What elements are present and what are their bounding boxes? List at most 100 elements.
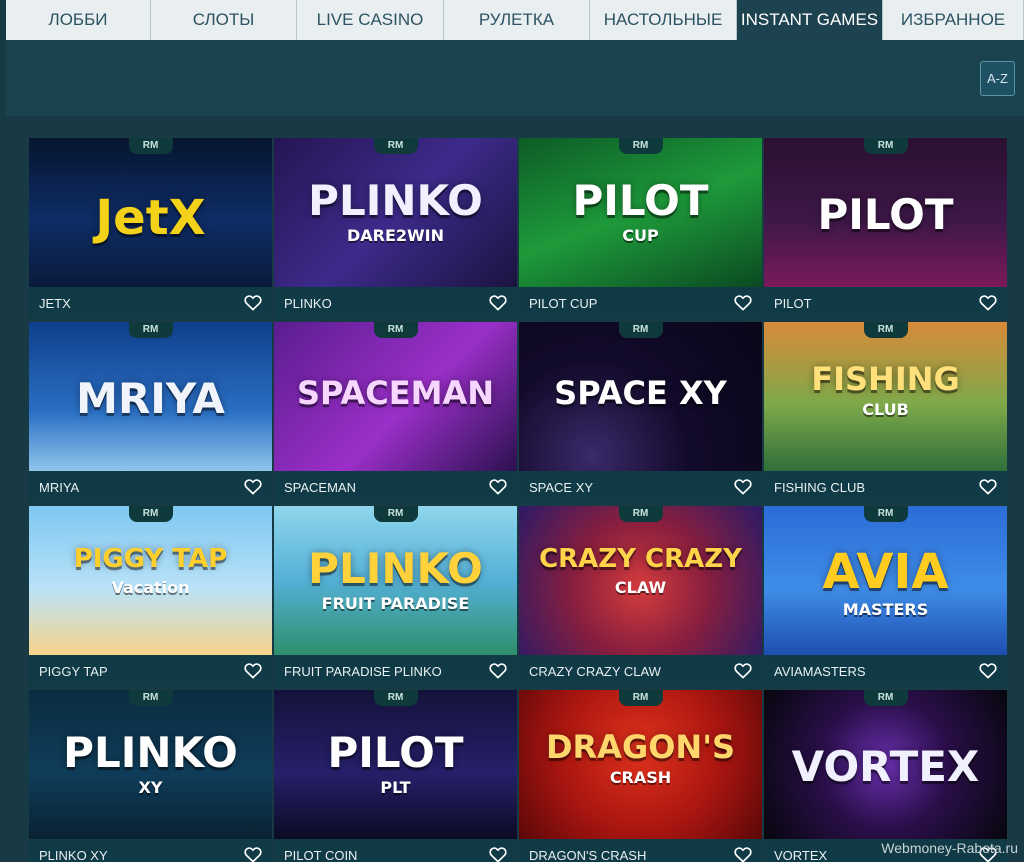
game-logo: MRIYA <box>76 374 225 423</box>
game-card[interactable]: RM PILOT CUP PILOT CUP <box>519 138 762 319</box>
game-logo: JetX <box>95 190 206 246</box>
tab-настольные[interactable]: НАСТОЛЬНЫЕ <box>590 0 737 40</box>
game-card[interactable]: RM SPACEMAN SPACEMAN <box>274 322 517 503</box>
game-logo: AVIA <box>822 544 949 600</box>
tab-рулетка[interactable]: РУЛЕТКА <box>444 0 590 40</box>
favorite-heart-icon[interactable] <box>979 662 997 679</box>
game-logo-subtitle: CLAW <box>614 578 667 597</box>
game-title[interactable]: PILOT COIN <box>274 839 517 862</box>
game-title[interactable]: SPACEMAN <box>274 471 517 503</box>
games-grid: RM JetX JETX RM PLINKO DARE2WIN PLINKO RM PILOT C… <box>29 138 1009 862</box>
favorite-heart-icon[interactable] <box>489 294 507 311</box>
rm-badge: RM <box>863 690 908 706</box>
game-thumbnail[interactable]: RM JetX <box>29 138 272 287</box>
game-title[interactable]: PILOT CUP <box>519 287 762 319</box>
game-title[interactable]: DRAGON'S CRASH <box>519 839 762 862</box>
game-title[interactable]: FRUIT PARADISE PLINKO <box>274 655 517 687</box>
game-thumbnail[interactable]: RM DRAGON'S CRASH <box>519 690 762 839</box>
tab-слоты[interactable]: СЛОТЫ <box>151 0 297 40</box>
game-card[interactable]: RM FISHING CLUB FISHING CLUB <box>764 322 1007 503</box>
game-card[interactable]: RM SPACE XY SPACE XY <box>519 322 762 503</box>
favorite-heart-icon[interactable] <box>734 662 752 679</box>
game-thumbnail[interactable]: RM VORTEX <box>764 690 1007 839</box>
game-card[interactable]: RM AVIA MASTERS AVIAMASTERS <box>764 506 1007 687</box>
game-card[interactable]: RM JetX JETX <box>29 138 272 319</box>
game-title[interactable]: SPACE XY <box>519 471 762 503</box>
game-logo-subtitle: Vacation <box>111 578 190 597</box>
tab-лобби[interactable]: ЛОББИ <box>6 0 151 40</box>
game-title[interactable]: PLINKO XY <box>29 839 272 862</box>
game-card[interactable]: RM MRIYA MRIYA <box>29 322 272 503</box>
game-card[interactable]: RM PIGGY TAP Vacation PIGGY TAP <box>29 506 272 687</box>
tab-live-casino[interactable]: LIVE CASINO <box>297 0 444 40</box>
game-title[interactable]: PIGGY TAP <box>29 655 272 687</box>
game-logo: DRAGON'S <box>545 728 736 766</box>
game-thumbnail[interactable]: RM PILOT <box>764 138 1007 287</box>
game-card[interactable]: RM PLINKO DARE2WIN PLINKO <box>274 138 517 319</box>
rm-badge: RM <box>618 506 663 522</box>
game-thumbnail[interactable]: RM MRIYA <box>29 322 272 471</box>
favorite-heart-icon[interactable] <box>489 662 507 679</box>
game-title[interactable]: MRIYA <box>29 471 272 503</box>
rm-badge: RM <box>128 690 173 706</box>
game-title[interactable]: AVIAMASTERS <box>764 655 1007 687</box>
game-logo: PILOT <box>327 728 464 777</box>
game-thumbnail[interactable]: RM CRAZY CRAZY CLAW <box>519 506 762 655</box>
game-title[interactable]: CRAZY CRAZY CLAW <box>519 655 762 687</box>
game-logo-subtitle: CRASH <box>609 768 672 787</box>
rm-badge: RM <box>373 138 418 154</box>
rm-badge: RM <box>618 690 663 706</box>
favorite-heart-icon[interactable] <box>244 478 262 495</box>
game-logo-subtitle: XY <box>138 778 163 797</box>
game-thumbnail[interactable]: RM PLINKO FRUIT PARADISE <box>274 506 517 655</box>
rm-badge: RM <box>618 322 663 338</box>
game-thumbnail[interactable]: RM PLINKO XY <box>29 690 272 839</box>
game-card[interactable]: RM PLINKO FRUIT PARADISE FRUIT PARADISE PLI… <box>274 506 517 687</box>
favorite-heart-icon[interactable] <box>244 294 262 311</box>
game-logo: PLINKO <box>63 728 238 777</box>
game-title[interactable]: PILOT <box>764 287 1007 319</box>
rm-badge: RM <box>863 506 908 522</box>
favorite-heart-icon[interactable] <box>244 846 262 862</box>
game-card[interactable]: RM CRAZY CRAZY CLAW CRAZY CRAZY CLAW <box>519 506 762 687</box>
rm-badge: RM <box>863 322 908 338</box>
rm-badge: RM <box>863 138 908 154</box>
rm-badge: RM <box>618 138 663 154</box>
game-card[interactable]: RM PILOT PLT PILOT COIN <box>274 690 517 862</box>
game-thumbnail[interactable]: RM SPACEMAN <box>274 322 517 471</box>
game-thumbnail[interactable]: RM AVIA MASTERS <box>764 506 1007 655</box>
game-title[interactable]: JETX <box>29 287 272 319</box>
game-logo: PLINKO <box>308 544 483 593</box>
game-thumbnail[interactable]: RM SPACE XY <box>519 322 762 471</box>
game-thumbnail[interactable]: RM PLINKO DARE2WIN <box>274 138 517 287</box>
favorite-heart-icon[interactable] <box>979 294 997 311</box>
game-logo: VORTEX <box>791 742 980 791</box>
sort-az-button[interactable]: A-Z <box>980 61 1015 96</box>
favorite-heart-icon[interactable] <box>244 662 262 679</box>
favorite-heart-icon[interactable] <box>734 294 752 311</box>
favorite-heart-icon[interactable] <box>489 846 507 862</box>
game-title[interactable]: FISHING CLUB <box>764 471 1007 503</box>
game-card[interactable]: RM VORTEX VORTEX <box>764 690 1007 862</box>
game-card[interactable]: RM PLINKO XY PLINKO XY <box>29 690 272 862</box>
favorite-heart-icon[interactable] <box>734 478 752 495</box>
favorite-heart-icon[interactable] <box>489 478 507 495</box>
tab-instant-games[interactable]: INSTANT GAMES <box>737 0 883 40</box>
game-thumbnail[interactable]: RM PIGGY TAP Vacation <box>29 506 272 655</box>
game-logo: PILOT <box>572 176 709 225</box>
game-logo-subtitle: CLUB <box>862 400 909 419</box>
watermark: Webmoney-Rabota.ru <box>881 840 1018 856</box>
rm-badge: RM <box>373 322 418 338</box>
game-thumbnail[interactable]: RM FISHING CLUB <box>764 322 1007 471</box>
game-logo: SPACEMAN <box>296 374 495 412</box>
game-thumbnail[interactable]: RM PILOT CUP <box>519 138 762 287</box>
game-title[interactable]: PLINKO <box>274 287 517 319</box>
game-logo: PIGGY TAP <box>73 544 228 574</box>
favorite-heart-icon[interactable] <box>734 846 752 862</box>
tab-избранное[interactable]: ИЗБРАННОЕ <box>883 0 1024 40</box>
favorite-heart-icon[interactable] <box>979 478 997 495</box>
game-card[interactable]: RM DRAGON'S CRASH DRAGON'S CRASH <box>519 690 762 862</box>
game-thumbnail[interactable]: RM PILOT PLT <box>274 690 517 839</box>
category-tabs: ЛОББИ СЛОТЫ LIVE CASINO РУЛЕТКА НАСТОЛЬНЫЕ IN… <box>6 0 1024 40</box>
game-card[interactable]: RM PILOT PILOT <box>764 138 1007 319</box>
